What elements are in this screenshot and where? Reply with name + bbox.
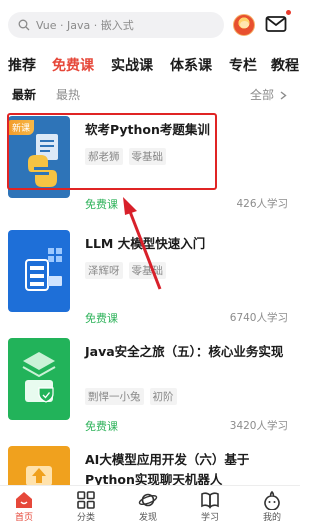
course-card[interactable]: Java安全之旅（五）：核心业务实现 剽悍一小兔 初阶 免费课 3420人学习	[0, 332, 300, 438]
all-filter[interactable]: 全部	[250, 86, 288, 104]
nav-discover[interactable]: 发现	[128, 490, 168, 524]
author-tag: 剽悍一小兔	[85, 388, 144, 405]
notification-dot	[286, 10, 291, 15]
course-tags: 剽悍一小兔 初阶	[85, 388, 177, 405]
chevron-right-icon	[280, 90, 287, 100]
sort-latest[interactable]: 最新	[12, 86, 36, 104]
bottom-nav: 首页 分类 发现 学习 我的	[0, 485, 300, 529]
search-icon	[18, 19, 30, 31]
tab-recommend[interactable]: 推荐	[8, 56, 36, 76]
learner-count: 6740人学习	[229, 312, 288, 324]
tab-practice[interactable]: 实战课	[111, 56, 153, 76]
nav-label: 学习	[200, 513, 219, 523]
price-label: 免费课	[85, 198, 118, 211]
tab-free[interactable]: 免费课	[52, 56, 94, 76]
nav-home[interactable]: 首页	[4, 490, 44, 524]
tab-system[interactable]: 体系课	[170, 56, 212, 76]
learner-count: 3420人学习	[229, 420, 288, 432]
learner-count: 426人学习	[236, 198, 288, 210]
mail-icon[interactable]	[265, 15, 287, 33]
avatar[interactable]	[233, 14, 255, 36]
search-box[interactable]: Vue · Java · 嵌入式	[8, 12, 224, 38]
nav-mine[interactable]: 我的	[252, 490, 292, 524]
top-bar: Vue · Java · 嵌入式	[0, 0, 300, 48]
highlight-box	[7, 113, 217, 190]
course-thumbnail	[8, 230, 70, 312]
tab-tutorial[interactable]: 教程	[271, 56, 299, 76]
nav-category[interactable]: 分类	[66, 490, 106, 524]
home-icon	[16, 492, 32, 508]
course-title[interactable]: Java安全之旅（五）：核心业务实现	[85, 342, 290, 362]
price-label: 免费课	[85, 312, 118, 325]
sort-hottest[interactable]: 最热	[56, 86, 80, 104]
grid-icon	[77, 491, 95, 509]
category-tabs: 推荐 免费课 实战课 体系课 专栏 教程	[0, 56, 300, 80]
author-tag: 泽辉呀	[85, 262, 123, 279]
planet-icon	[138, 493, 158, 507]
nav-label: 首页	[14, 513, 33, 523]
annotation-arrow-icon	[123, 197, 162, 290]
nav-label: 我的	[262, 513, 281, 523]
all-label: 全部	[249, 88, 274, 102]
search-placeholder: Vue · Java · 嵌入式	[36, 19, 134, 32]
course-title[interactable]: LLM 大模型快速入门	[85, 234, 290, 254]
tab-column[interactable]: 专栏	[229, 56, 257, 76]
course-thumbnail	[8, 338, 70, 420]
nav-label: 发现	[138, 513, 157, 523]
nav-label: 分类	[76, 513, 95, 523]
sort-tabs: 最新 最热 全部	[0, 86, 300, 106]
nav-study[interactable]: 学习	[190, 490, 230, 524]
book-icon	[201, 492, 219, 509]
course-title[interactable]: AI大模型应用开发（六）基于Python实现聊天机器人	[85, 450, 290, 490]
smile-icon	[264, 490, 280, 510]
price-label: 免费课	[85, 420, 118, 433]
level-tag: 初阶	[149, 388, 177, 405]
